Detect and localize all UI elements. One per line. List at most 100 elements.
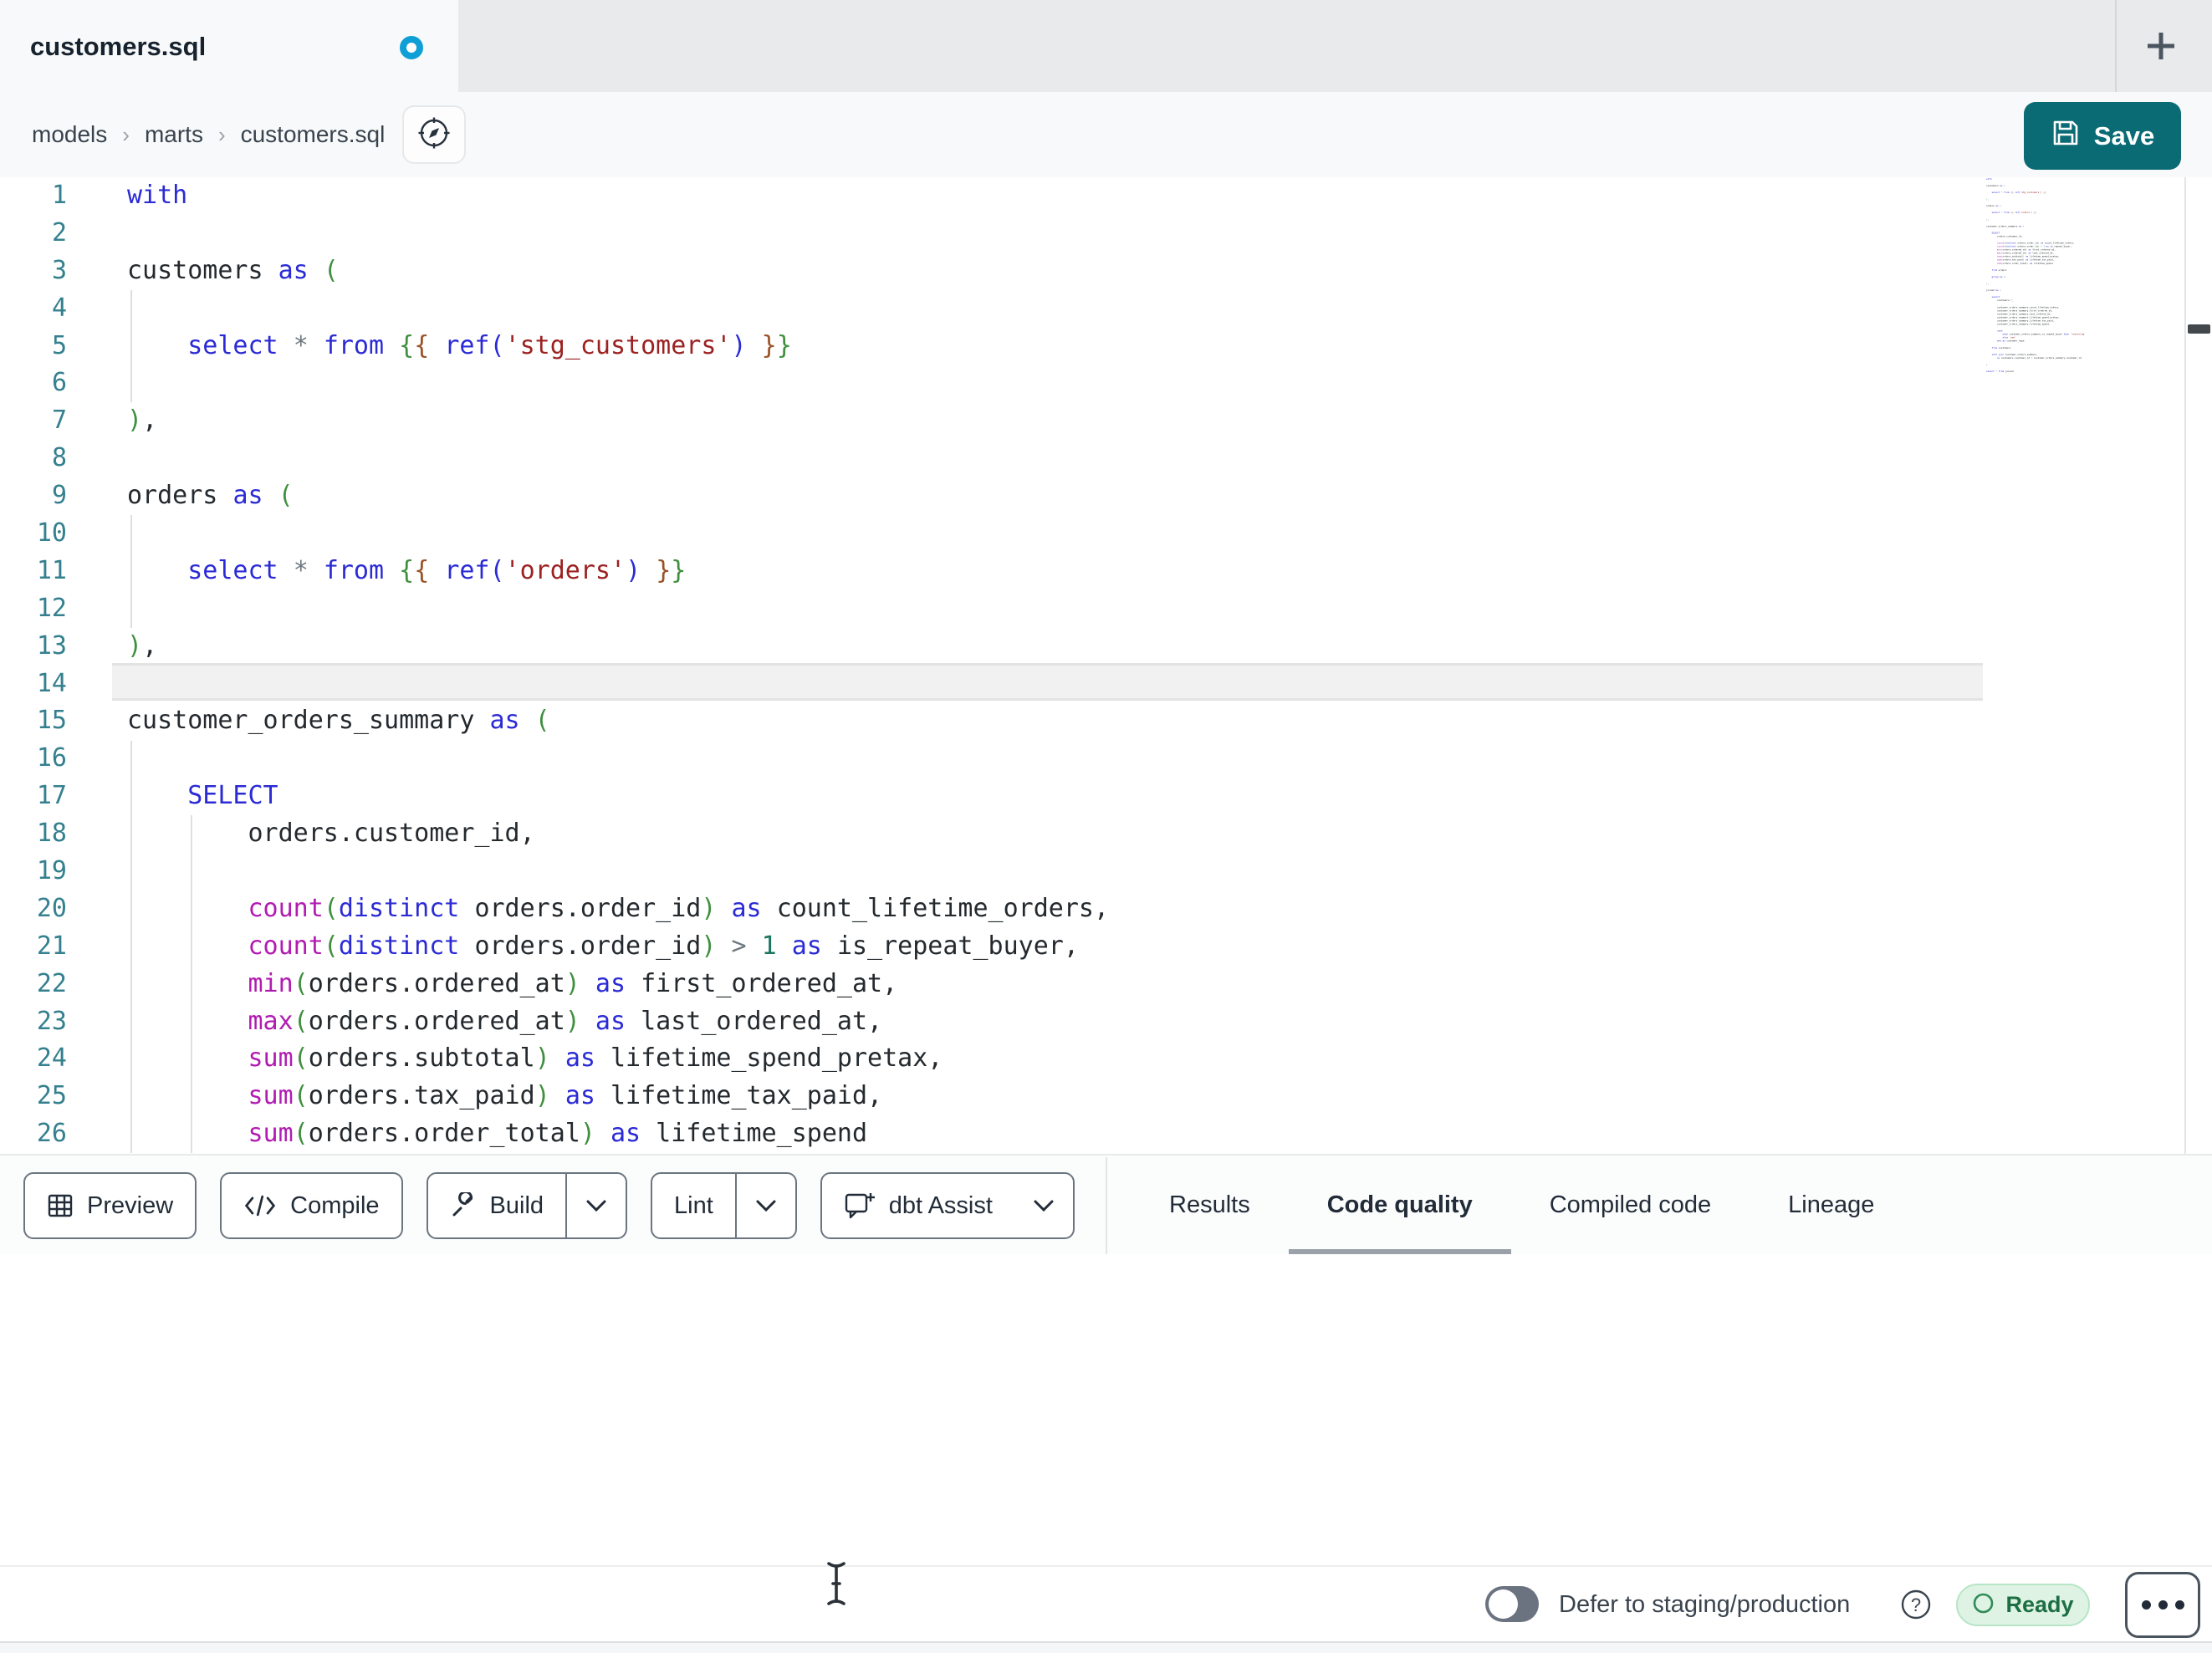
code-line: sum(orders.order_total) as lifetime_spen… [248,1119,868,1149]
line-number: 21 [36,931,67,961]
defer-toggle[interactable] [1485,1586,1539,1622]
minimap-content: with customers as ( select * from {{ ref… [1986,177,2112,373]
tab-label: Results [1169,1191,1250,1218]
breadcrumb-customers-sql: customers.sql [240,121,386,147]
navigate-file-button[interactable] [402,105,466,164]
line-number: 20 [36,893,67,923]
ibeam-mouse-cursor [824,1560,849,1611]
build-button[interactable]: Build [426,1172,628,1239]
action-toolbar-row: Preview Compile Build Lint dbt Assist Result… [0,1154,2212,1256]
compile-button-main[interactable]: Compile [222,1174,401,1237]
file-tab-customers-sql[interactable]: customers.sql [0,0,458,93]
code-icon [243,1194,277,1217]
dbt-assist-button[interactable]: dbt Assist [820,1172,1075,1239]
toolbar-tabs-divider [1106,1157,1107,1256]
tab-code-quality[interactable]: Code quality [1288,1156,1511,1254]
code-line: ), [127,630,158,661]
build-button-main[interactable]: Build [428,1174,566,1237]
editor-code[interactable]: with customers as ( select * from {{ ref… [127,177,1109,1153]
dbt-assist-dropdown-button[interactable] [1014,1174,1073,1237]
unsaved-changes-dot-icon [400,36,423,59]
code-line: select * from joined [1986,370,2014,373]
help-icon[interactable]: ? [1900,1589,1932,1620]
lint-dropdown-button[interactable] [737,1174,795,1237]
result-tabs: Results Code quality Compiled code Lineage [1131,1156,1913,1254]
lint-button[interactable]: Lint [651,1172,797,1239]
line-number: 15 [36,706,67,736]
save-button[interactable]: Save [2024,102,2181,170]
line-number: 14 [36,668,67,698]
save-floppy-icon [2051,118,2081,155]
lint-button-main[interactable]: Lint [652,1174,735,1237]
ellipsis-icon [2141,1600,2151,1610]
line-number: 3 [51,255,67,285]
breadcrumb-separator: › [217,121,226,147]
line-number: 10 [36,518,67,548]
minimap[interactable]: with customers as ( select * from {{ ref… [1986,177,2112,395]
line-number: 8 [51,443,67,473]
code-line: max(orders.ordered_at) as last_ordered_a… [248,1006,883,1036]
line-number: 6 [51,368,67,398]
line-number: 1 [51,181,67,210]
compass-icon [417,116,451,154]
line-number: 19 [36,856,67,886]
breadcrumb-marts[interactable]: marts [145,121,203,148]
button-label: Compile [290,1191,380,1219]
code-line: select * from {{ ref('stg_customers') }} [187,330,792,360]
button-label: Build [489,1191,544,1219]
dbt-assist-button-main[interactable]: dbt Assist [822,1174,1014,1237]
code-line: customer_orders_summary as ( [127,706,550,736]
code-line: select * from {{ ref('orders') }} [187,555,687,585]
code-line: customers as ( [127,255,339,285]
code-line: orders as ( [127,481,294,511]
line-number-gutter: 1 2 3 4 5 6 7 8 9 10 11 12 13 14 15 16 17 18 19 20 21 22 23 24 2… [0,177,67,1153]
breadcrumb-models[interactable]: models [32,121,107,148]
compile-button[interactable]: Compile [220,1172,403,1239]
svg-text:?: ? [1911,1594,1921,1615]
tab-results[interactable]: Results [1131,1156,1289,1254]
breadcrumb-separator: › [122,121,130,147]
preview-button[interactable]: Preview [23,1172,197,1239]
tab-label: Lineage [1788,1191,1875,1218]
defer-label: Defer to staging/production [1559,1591,1851,1618]
code-editor[interactable]: 1 2 3 4 5 6 7 8 9 10 11 12 13 14 15 16 17 18 19 20 21 22 23 24 2… [0,177,2212,1154]
file-tab-label: customers.sql [30,31,207,61]
more-options-button[interactable] [2125,1572,2200,1638]
editor-scrollbar-thumb[interactable] [2188,324,2210,334]
bottom-edge-strip [0,1641,2212,1653]
line-number: 25 [36,1081,67,1111]
ready-circle-icon [1972,1592,1995,1619]
code-line: with [127,181,188,210]
line-number: 12 [36,593,67,623]
tab-lineage[interactable]: Lineage [1750,1156,1913,1254]
editor-scrollbar-track [2184,177,2186,1154]
table-icon [47,1192,74,1219]
preview-button-main[interactable]: Preview [25,1174,195,1237]
toggle-knob [1489,1589,1518,1619]
chevron-down-icon [585,1199,607,1212]
chevron-down-icon [755,1199,777,1212]
line-number: 5 [51,330,67,360]
breadcrumb: models › marts › customers.sql [32,92,385,177]
chevron-down-icon [1033,1199,1055,1212]
tab-bar-divider [2115,0,2117,92]
build-dropdown-button[interactable] [567,1174,626,1237]
save-button-label: Save [2093,120,2155,151]
line-number: 11 [36,555,67,585]
tab-compiled-code[interactable]: Compiled code [1511,1156,1750,1254]
status-badge: Ready [1956,1584,2090,1626]
wrench-icon [450,1192,477,1219]
line-number: 16 [36,743,67,773]
editor-header: models › marts › customers.sql Save [0,92,2212,177]
new-tab-button[interactable] [2138,24,2184,71]
button-label: Preview [87,1191,174,1219]
line-number: 9 [51,481,67,511]
button-label: Lint [674,1191,713,1219]
